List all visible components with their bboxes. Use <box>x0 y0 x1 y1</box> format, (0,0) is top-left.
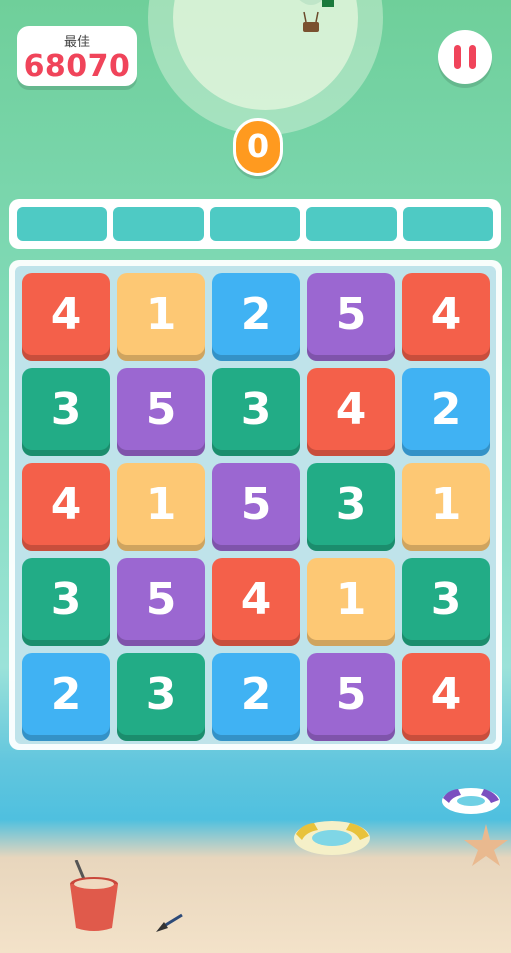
tile[interactable]: 4 <box>402 653 490 741</box>
bucket-icon <box>70 860 118 931</box>
tile[interactable]: 3 <box>402 558 490 646</box>
tile[interactable]: 5 <box>307 653 395 741</box>
progress-segment <box>113 207 204 241</box>
best-score-panel: 最佳 68070 <box>17 26 137 86</box>
progress-segment <box>402 207 494 241</box>
tile-grid: 4125435342415313541323254 <box>15 266 496 744</box>
tile[interactable]: 1 <box>402 463 490 551</box>
tile[interactable]: 3 <box>22 368 110 456</box>
tile[interactable]: 2 <box>212 653 300 741</box>
tile[interactable]: 3 <box>117 653 205 741</box>
tile[interactable]: 2 <box>402 368 490 456</box>
progress-segment <box>209 207 301 241</box>
tile[interactable]: 2 <box>22 653 110 741</box>
tile[interactable]: 5 <box>117 558 205 646</box>
tile[interactable]: 1 <box>117 463 205 551</box>
best-score-value: 68070 <box>23 49 131 84</box>
progress-bar <box>9 199 501 249</box>
tile[interactable]: 4 <box>402 273 490 361</box>
tile[interactable]: 5 <box>212 463 300 551</box>
tile[interactable]: 5 <box>117 368 205 456</box>
pause-icon-bar <box>469 45 476 69</box>
tile[interactable]: 4 <box>307 368 395 456</box>
shovel-icon <box>156 913 183 932</box>
tile[interactable]: 3 <box>307 463 395 551</box>
tile[interactable]: 2 <box>212 273 300 361</box>
pause-icon <box>454 45 461 69</box>
tile[interactable]: 4 <box>22 273 110 361</box>
tile[interactable]: 3 <box>212 368 300 456</box>
tile[interactable]: 3 <box>22 558 110 646</box>
sun-glow <box>148 0 383 135</box>
game-board: 4125435342415313541323254 <box>9 260 502 750</box>
tile[interactable]: 1 <box>307 558 395 646</box>
tile[interactable]: 4 <box>22 463 110 551</box>
tile[interactable]: 1 <box>117 273 205 361</box>
current-score: 0 <box>233 118 283 176</box>
tile[interactable]: 5 <box>307 273 395 361</box>
starfish-icon <box>464 824 508 866</box>
hot-air-balloon-icon <box>299 0 334 32</box>
progress-segment <box>17 207 108 241</box>
swim-ring-yellow-icon <box>294 821 370 855</box>
swim-ring-purple-icon <box>442 788 500 814</box>
tile[interactable]: 4 <box>212 558 300 646</box>
pause-button[interactable] <box>438 30 492 84</box>
progress-segment <box>306 207 397 241</box>
